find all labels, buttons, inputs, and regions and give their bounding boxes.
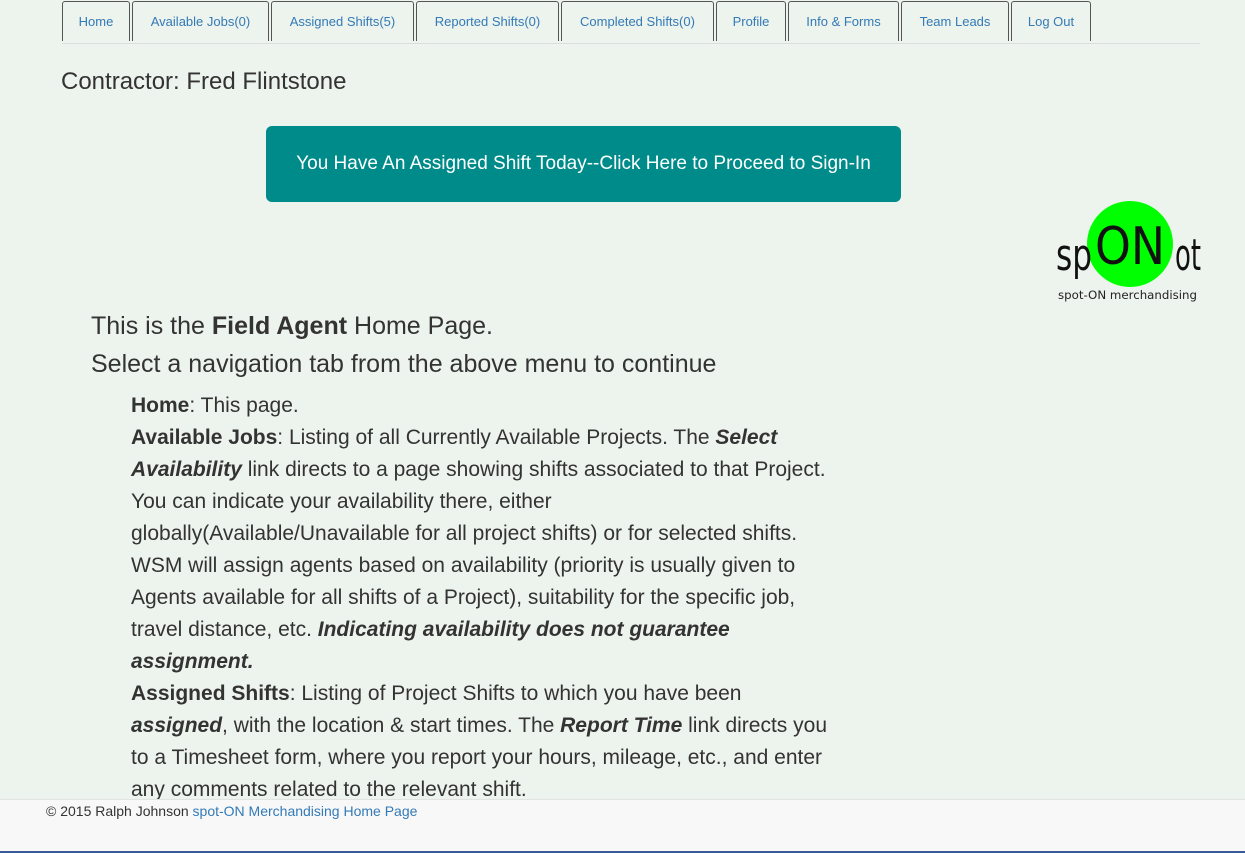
home-text: : This page. xyxy=(189,394,299,417)
logo-tagline: spot-ON merchandising xyxy=(1058,288,1197,302)
home-page-heading: This is the Field Agent Home Page. xyxy=(91,312,493,341)
tab-info-forms[interactable]: Info & Forms xyxy=(788,1,899,41)
tab-home[interactable]: Home xyxy=(62,1,130,41)
tab-profile[interactable]: Profile xyxy=(716,1,786,41)
assigned-term: assigned xyxy=(131,714,223,737)
footer-text: © 2015 Ralph Johnson spot-ON Merchandisi… xyxy=(46,803,417,819)
footer: © 2015 Ralph Johnson spot-ON Merchandisi… xyxy=(0,799,1245,853)
logo-graphic: sp ON ot spot-ON merchandising xyxy=(1056,201,1201,302)
heading-suffix: Home Page. xyxy=(347,312,493,340)
tab-reported-shifts[interactable]: Reported Shifts(0) xyxy=(416,1,559,41)
contractor-name: Contractor: Fred Flintstone xyxy=(61,68,347,95)
tab-log-out[interactable]: Log Out xyxy=(1011,1,1091,41)
proceed-to-sign-in-button[interactable]: You Have An Assigned Shift Today--Click … xyxy=(266,126,901,202)
available-jobs-description: Available Jobs: Listing of all Currently… xyxy=(131,422,831,678)
available-jobs-term: Available Jobs xyxy=(131,426,278,449)
tab-descriptions: Home: This page. Available Jobs: Listing… xyxy=(131,390,831,806)
spot-on-logo: sp ON ot spot-ON merchandising xyxy=(1052,200,1204,306)
home-page-link[interactable]: spot-ON Merchandising Home Page xyxy=(193,803,418,819)
report-time-term: Report Time xyxy=(560,714,683,737)
logo-text-on: ON xyxy=(1095,217,1165,277)
home-page-instruction: Select a navigation tab from the above m… xyxy=(91,350,717,378)
available-jobs-text-2: link directs to a page showing shifts as… xyxy=(131,458,826,641)
assigned-shifts-description: Assigned Shifts: Listing of Project Shif… xyxy=(131,678,831,806)
tab-assigned-shifts[interactable]: Assigned Shifts(5) xyxy=(271,1,414,41)
logo-text-ot: ot xyxy=(1175,230,1201,281)
logo-text-sp: sp xyxy=(1056,230,1092,281)
home-description: Home: This page. xyxy=(131,390,831,422)
heading-role: Field Agent xyxy=(211,312,348,340)
tab-completed-shifts[interactable]: Completed Shifts(0) xyxy=(561,1,714,41)
assigned-shifts-text-2: , with the location & start times. The xyxy=(222,714,561,737)
tab-available-jobs[interactable]: Available Jobs(0) xyxy=(132,1,269,41)
assigned-shifts-text-1: : Listing of Project Shifts to which you… xyxy=(289,682,742,705)
home-term: Home xyxy=(131,394,190,417)
heading-prefix: This is the xyxy=(91,312,212,340)
main-nav-tabs: Home Available Jobs(0) Assigned Shifts(5… xyxy=(62,1,1200,44)
copyright-text: © 2015 Ralph Johnson xyxy=(46,803,193,819)
available-jobs-text-1: : Listing of all Currently Available Pro… xyxy=(277,426,716,449)
assigned-shifts-term: Assigned Shifts xyxy=(131,682,290,705)
tab-team-leads[interactable]: Team Leads xyxy=(901,1,1009,41)
